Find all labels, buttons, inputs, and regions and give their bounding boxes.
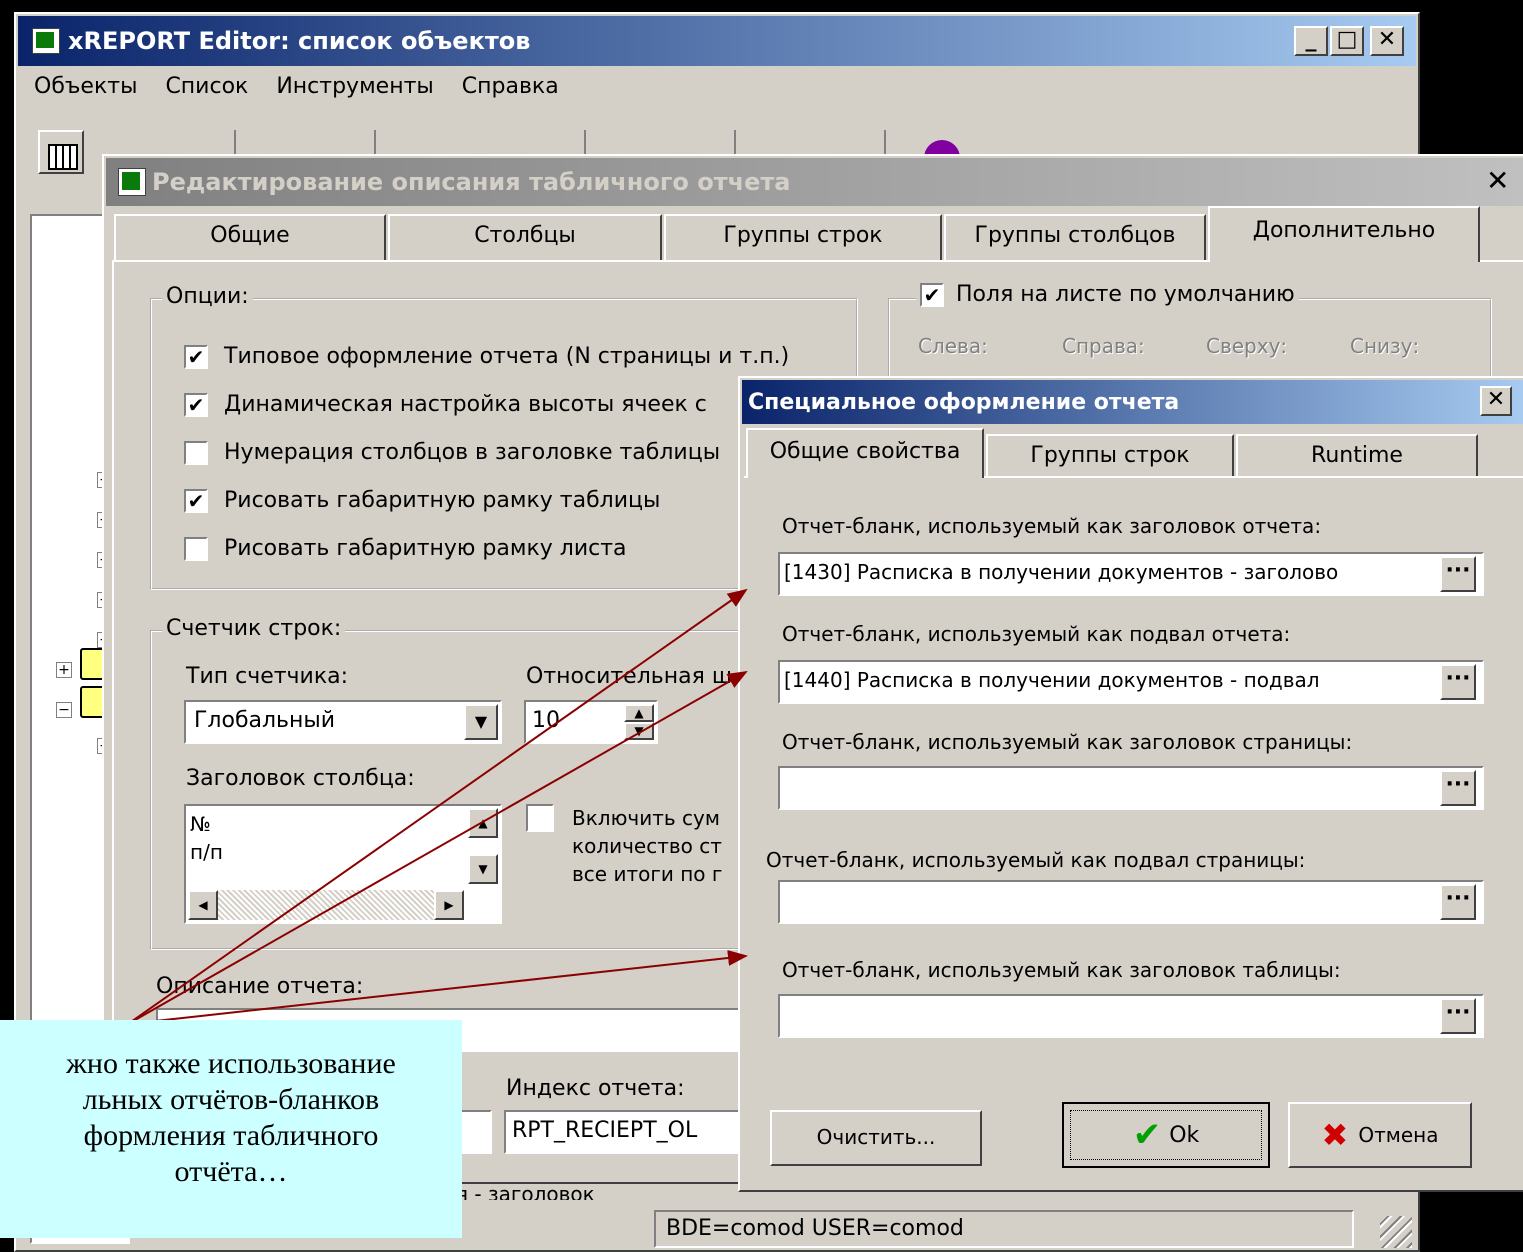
arrow-to-report-footer xyxy=(127,671,748,1025)
tab-general-properties[interactable]: Общие свойства xyxy=(746,428,984,478)
callout-line: формления табличного xyxy=(83,1119,379,1152)
callout-line: льных отчётов-бланков xyxy=(82,1083,380,1116)
callout-line: жно также использование xyxy=(66,1047,396,1080)
arrow-to-report-header xyxy=(127,588,748,1025)
tab-additional[interactable]: Дополнительно xyxy=(1208,206,1480,262)
callout-note: жно также использование льных отчётов-бл… xyxy=(0,1020,462,1238)
arrow-to-table-header xyxy=(127,950,748,1025)
callout-line: отчёта… xyxy=(174,1155,288,1188)
